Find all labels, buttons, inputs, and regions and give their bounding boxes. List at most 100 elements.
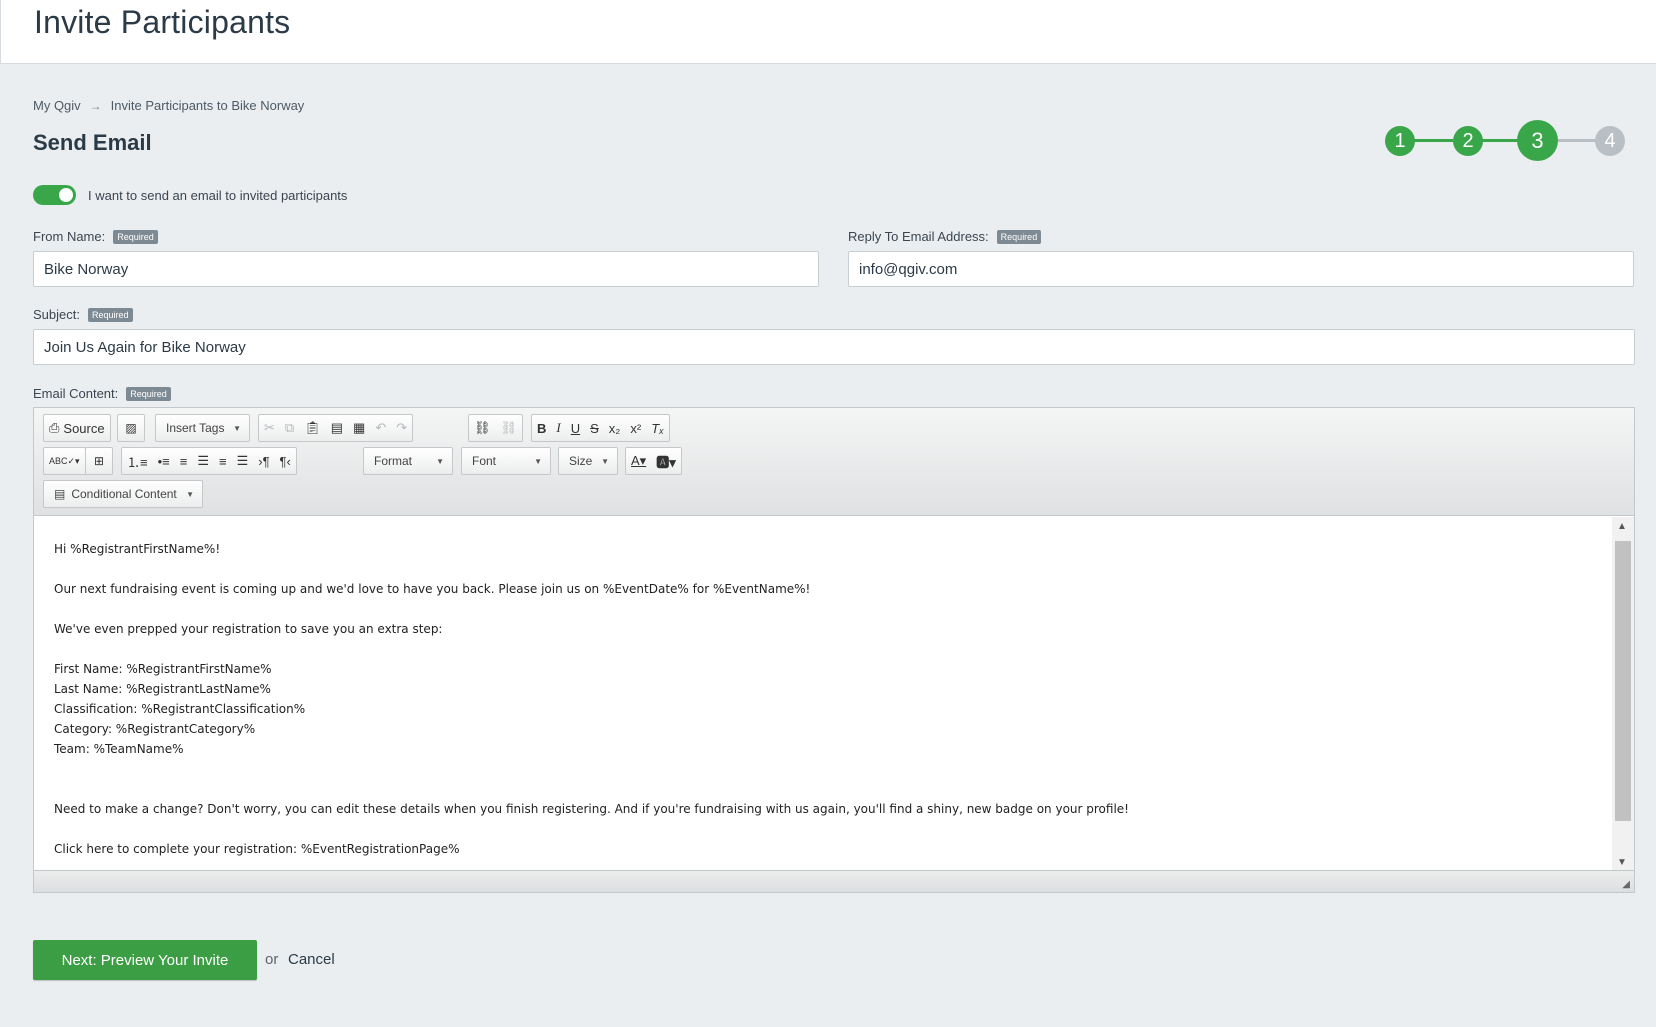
page-header: Invite Participants [0, 0, 1656, 64]
step-1: 1 [1385, 126, 1415, 156]
size-label: Size [569, 454, 593, 468]
email-paragraph: Our next fundraising event is coming up … [54, 582, 811, 596]
caret-down-icon: ▼ [534, 456, 542, 466]
or-text: or [265, 951, 279, 968]
paste-icon[interactable]: 📋︎ [299, 415, 326, 441]
editor-footer: ◢ [34, 870, 1634, 892]
justify-icon[interactable]: ☰ [232, 448, 254, 474]
bulleted-list-icon[interactable]: •≡ [153, 448, 175, 474]
progress-stepper: 1 2 3 4 [1385, 120, 1625, 162]
source-group: ⎙ Source [43, 414, 111, 442]
spellcheck-icon[interactable]: ABC✓▾ [44, 448, 85, 474]
source-label: Source [63, 420, 105, 436]
registration-details: First Name: %RegistrantFirstName% Last N… [54, 659, 1590, 759]
from-name-input[interactable] [33, 251, 819, 287]
page-title: Invite Participants [34, 4, 291, 40]
section-title: Send Email [33, 130, 152, 155]
next-preview-invite-button[interactable]: Next: Preview Your Invite [33, 940, 257, 980]
send-email-toggle-label: I want to send an email to invited parti… [88, 188, 348, 203]
step-2: 2 [1453, 126, 1483, 156]
email-content-label-text: Email Content: [33, 386, 119, 401]
editor-content[interactable]: Hi %RegistrantFirstName%! Our next fundr… [34, 517, 1610, 872]
image-icon: ▨ [125, 421, 137, 435]
image-button[interactable]: ▨ [117, 414, 145, 442]
rtl-icon[interactable]: ¶‹ [275, 448, 296, 474]
resize-handle-icon[interactable]: ◢ [1622, 879, 1630, 890]
subject-label: Subject: Required [33, 307, 133, 322]
underline-icon[interactable]: U [566, 415, 585, 441]
scrollbar-thumb[interactable] [1615, 541, 1631, 821]
strikethrough-icon[interactable]: S [585, 415, 604, 441]
calendar-icon: ▤ [54, 487, 66, 501]
scroll-up-icon[interactable]: ▲ [1617, 521, 1627, 532]
bold-icon[interactable]: B [532, 415, 551, 441]
required-badge: Required [113, 229, 158, 244]
remove-format-icon[interactable]: Tₓ [646, 415, 669, 441]
italic-icon[interactable]: I [551, 415, 565, 441]
background-color-icon[interactable]: 🅰︎▾ [651, 448, 681, 474]
step-connector [1557, 139, 1597, 142]
detail-line: Category: %RegistrantCategory% [54, 722, 256, 736]
toggle-knob [59, 188, 73, 202]
font-label: Font [472, 454, 497, 468]
cut-icon[interactable]: ✂ [259, 415, 280, 441]
reply-to-label-text: Reply To Email Address: [848, 229, 989, 244]
ltr-icon[interactable]: ›¶ [253, 448, 274, 474]
size-dropdown[interactable]: Size ▼ [558, 447, 618, 475]
format-label: Format [374, 454, 413, 468]
step-4: 4 [1595, 126, 1625, 156]
align-left-icon[interactable]: ≡ [175, 448, 193, 474]
breadcrumb-current: Invite Participants to Bike Norway [110, 98, 305, 113]
unlink-icon[interactable]: ⛓ [496, 415, 523, 441]
step-connector [1413, 139, 1453, 142]
numbered-list-icon[interactable]: ⒈≡ [122, 448, 153, 474]
cancel-link[interactable]: Cancel [288, 951, 335, 968]
editor-toolbar: ⎙ Source ▨ Insert Tags ▼ ✂ ⧉ 📋︎ ▤ ▦ ↶ ↷ … [34, 408, 1634, 516]
email-content-label: Email Content: Required [33, 386, 171, 401]
reply-to-label: Reply To Email Address: Required [848, 229, 1042, 244]
send-email-toggle[interactable] [33, 185, 76, 205]
table-icon: ⊞ [93, 454, 105, 468]
caret-down-icon: ▼ [436, 456, 444, 466]
copy-icon[interactable]: ⧉ [280, 415, 299, 441]
font-dropdown[interactable]: Font ▼ [461, 447, 551, 475]
conditional-content-label: Conditional Content [71, 487, 177, 501]
basic-styles-group: B I U S x₂ x² Tₓ [531, 414, 671, 442]
from-name-label-text: From Name: [33, 229, 106, 244]
insert-tags-label: Insert Tags [166, 421, 225, 435]
step-connector [1481, 139, 1519, 142]
subject-label-text: Subject: [33, 307, 80, 322]
superscript-icon[interactable]: x² [625, 415, 646, 441]
text-color-icon[interactable]: A▾ [626, 448, 651, 474]
scroll-down-icon[interactable]: ▼ [1617, 857, 1627, 868]
clipboard-group: ✂ ⧉ 📋︎ ▤ ▦ ↶ ↷ [258, 414, 414, 442]
email-paragraph: Need to make a change? Don't worry, you … [54, 802, 1129, 816]
source-icon: ⎙ [49, 420, 60, 435]
table-button[interactable]: ⊞ [85, 447, 113, 475]
paste-word-icon[interactable]: ▦ [348, 415, 370, 441]
format-dropdown[interactable]: Format ▼ [363, 447, 453, 475]
undo-icon[interactable]: ↶ [370, 415, 391, 441]
redo-icon[interactable]: ↷ [391, 415, 412, 441]
insert-tags-dropdown[interactable]: Insert Tags ▼ [155, 414, 250, 442]
email-paragraph: Click here to complete your registration… [54, 842, 460, 856]
paste-text-icon[interactable]: ▤ [326, 415, 348, 441]
detail-line: Last Name: %RegistrantLastName% [54, 682, 271, 696]
required-badge: Required [126, 386, 171, 401]
link-group: ⛓ ⛓ [468, 414, 524, 442]
detail-line: First Name: %RegistrantFirstName% [54, 662, 272, 676]
subscript-icon[interactable]: x₂ [604, 415, 626, 441]
caret-down-icon: ▼ [233, 423, 241, 433]
detail-line: Classification: %RegistrantClassificatio… [54, 702, 306, 716]
align-center-icon[interactable]: ☰ [192, 448, 214, 474]
breadcrumb-home-link[interactable]: My Qgiv [33, 98, 81, 113]
align-right-icon[interactable]: ≡ [214, 448, 232, 474]
editor-scrollbar[interactable]: ▲ ▼ [1612, 517, 1634, 872]
source-button[interactable]: ⎙ Source [44, 415, 110, 441]
conditional-content-dropdown[interactable]: ▤ Conditional Content ▼ [43, 480, 203, 508]
from-name-label: From Name: Required [33, 229, 158, 244]
reply-to-email-input[interactable] [848, 251, 1634, 287]
link-icon[interactable]: ⛓ [469, 415, 496, 441]
email-content-editor: ⎙ Source ▨ Insert Tags ▼ ✂ ⧉ 📋︎ ▤ ▦ ↶ ↷ … [33, 407, 1635, 893]
subject-input[interactable] [33, 329, 1635, 365]
